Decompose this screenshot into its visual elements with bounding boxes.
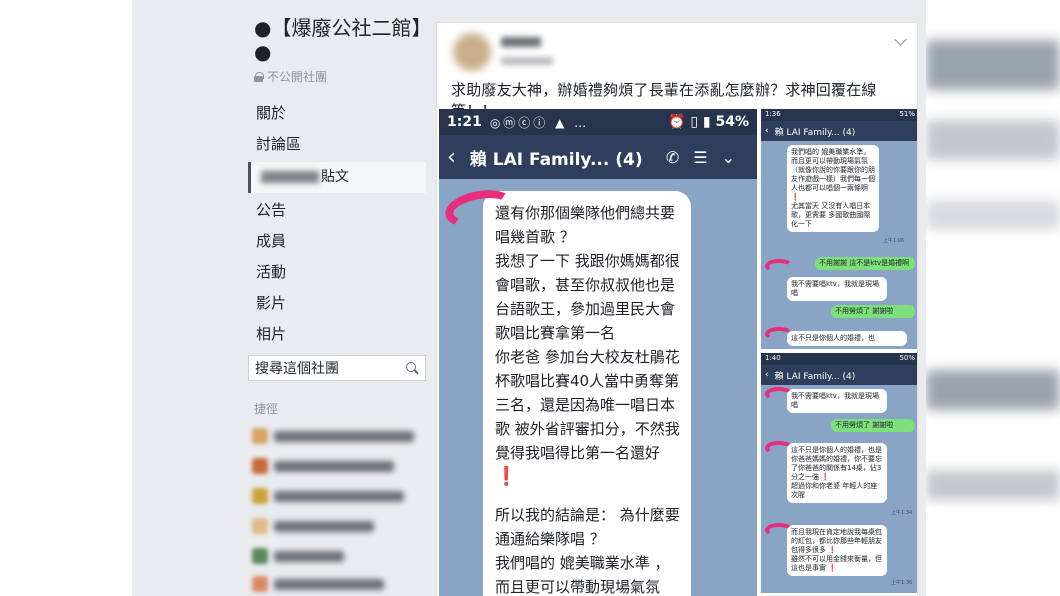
chat-screenshot-top[interactable]: 1:36 51% ‹ 賴 LAI Family... (4) 我們唱的 媲美職業水準… [761, 109, 917, 349]
back-icon: ‹ [447, 144, 456, 170]
chat-header-icons: ✆☰⌄ [665, 147, 749, 167]
lock-icon [254, 71, 264, 82]
phone-status-bar: 1:21 ◎ⓜⓒⓘ ▲ … ⏰ ▯ ▮ 54% [439, 109, 757, 135]
chat-message-bubble: 我不需要唱ktv，我就是現場唱 [787, 389, 887, 413]
chat-reply-bubble: 不用謝謝 這不是ktv是婚禮啊 [815, 257, 915, 270]
chat-reply-bubble: 不用勞煩了 謝謝啦 [831, 305, 915, 318]
privacy-label: 不公開社團 [267, 70, 328, 84]
status-battery: ⏰ ▯ ▮ 54% [668, 114, 749, 130]
exclamation-icon: ❗ [495, 466, 518, 487]
chat-message-text-2: 所以我的結論是： 為什麼要通通給樂隊唱 ？ 我們唱的 媲美職業水準 ，而且更可以… [495, 506, 680, 596]
chat-title: 賴 LAI Family... (4) [469, 149, 643, 170]
shortcut-item[interactable] [252, 488, 428, 508]
pink-redaction-mark [765, 259, 793, 273]
shortcut-item[interactable] [252, 548, 428, 568]
chat-message-bubble: 這不只是你個人的婚禮，也 [787, 331, 907, 346]
chat-message-bubble: 我不需要唱ktv，我就是現場唱 [787, 277, 887, 301]
blurred-member-name [261, 171, 319, 183]
shortcut-item[interactable] [252, 428, 428, 448]
pink-redaction-mark [765, 327, 793, 341]
status-icons: ◎ⓜⓒⓘ ▲ … [489, 115, 590, 130]
backdrop-right [926, 0, 1060, 596]
group-nav: 關於 討論區 貼文 公告 成員 活動 影片 相片 [248, 98, 426, 350]
chat-message-text: 還有你那個樂隊他們總共要唱幾首歌 ？ 我想了一下 我跟你媽媽都很會唱歌，甚至你叔… [495, 204, 680, 462]
phone-status-bar: 1:40 50% [761, 353, 917, 365]
nav-item-members[interactable]: 成員 [248, 226, 426, 257]
shortcut-item[interactable] [252, 458, 428, 478]
facebook-group-screen: ●【爆廢公社二館】● 不公開社團 關於 討論區 貼文 公告 成員 活動 影片 相… [132, 0, 926, 596]
post-meta-blurred [501, 57, 553, 65]
chat-header: ‹ 賴 LAI Family... (4) [761, 121, 917, 141]
chat-screenshot-bottom[interactable]: 1:40 50% ‹ 賴 LAI Family... (4) 我不需要唱ktv，我就… [761, 353, 917, 593]
shortcut-item[interactable] [252, 576, 428, 596]
chat-message-bubble: 這不只是你個人的婚禮，也是你爸爸媽媽的婚禮，你不要忘了你爸爸的關係有14桌，佔3… [787, 443, 887, 503]
search-icon[interactable] [406, 361, 419, 375]
group-privacy: 不公開社團 [254, 68, 327, 85]
backdrop-left [0, 0, 132, 596]
nav-item-announcements[interactable]: 公告 [248, 195, 426, 226]
post-author-avatar[interactable] [453, 33, 491, 71]
message-time: 上午1:36 [891, 580, 913, 586]
nav-item-discussion[interactable]: 討論區 [248, 129, 426, 160]
group-name[interactable]: ●【爆廢公社二館】● [254, 16, 424, 64]
chat-message-bubble: 我們唱的 媲美職業水準，而且更可以帶動現場氣氛（就像你說的你要跟你的朋友作遊戲一… [787, 145, 879, 232]
phone-status-bar: 1:36 51% [761, 109, 917, 121]
nav-item-posts-label: 貼文 [321, 169, 349, 185]
pink-redaction-mark [765, 523, 793, 537]
chat-message-bubble: 而且我現在肯定地說我每桌包的紅包，都比你那些年輕朋友包得多很多 ❗ 雖然不可以用金… [787, 525, 887, 576]
chevron-down-icon[interactable] [894, 33, 907, 46]
nav-item-posts[interactable]: 貼文 [248, 162, 426, 193]
chat-message-bubble: 還有你那個樂隊他們總共要唱幾首歌 ？ 我想了一下 我跟你媽媽都很會唱歌，甚至你叔… [483, 191, 691, 596]
chat-screenshot-main[interactable]: 1:21 ◎ⓜⓒⓘ ▲ … ⏰ ▯ ▮ 54% ‹ 賴 LAI Family..… [439, 109, 757, 596]
post-card: 求助廢友大神，辦婚禮夠煩了長輩在添亂怎麼辦？求神回覆在線等！！ 1:21 ◎ⓜⓒ… [436, 22, 918, 596]
group-search-input[interactable]: 搜尋這個社團 [248, 355, 426, 381]
search-placeholder: 搜尋這個社團 [255, 361, 339, 377]
nav-item-videos[interactable]: 影片 [248, 288, 426, 319]
shortcut-item[interactable] [252, 518, 428, 538]
chat-header: ‹ 賴 LAI Family... (4) [761, 365, 917, 385]
message-time: 上午1:34 [891, 510, 913, 516]
shortcuts-label: 捷徑 [254, 402, 279, 416]
nav-item-events[interactable]: 活動 [248, 257, 426, 288]
pink-redaction-mark [765, 441, 793, 455]
nav-item-photos[interactable]: 相片 [248, 319, 426, 350]
pink-redaction-mark [765, 387, 793, 401]
chat-header: ‹ 賴 LAI Family... (4) ✆☰⌄ [439, 135, 757, 179]
status-time: 1:21 [447, 114, 482, 130]
message-time: 上午1:06 [883, 238, 905, 244]
chat-reply-bubble: 不用勞煩了 謝謝啦 [831, 419, 915, 432]
post-author-name-blurred[interactable] [501, 37, 541, 47]
nav-item-about[interactable]: 關於 [248, 98, 426, 129]
